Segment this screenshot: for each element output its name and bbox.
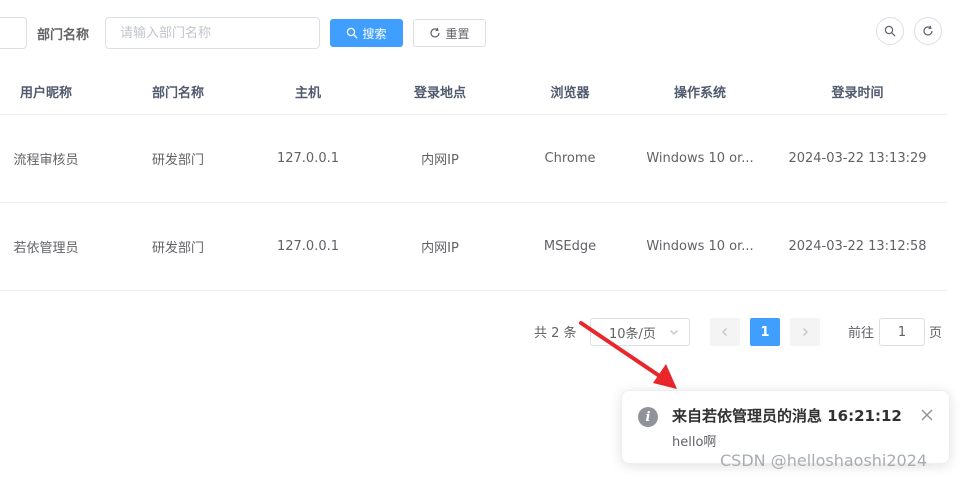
chevron-down-icon (670, 330, 678, 335)
toggle-search-button[interactable] (876, 17, 904, 45)
chevron-right-icon (803, 328, 808, 336)
online-users-table: 用户昵称 部门名称 主机 登录地点 浏览器 操作系统 登录时间 流程审核员 研发… (0, 68, 947, 291)
dept-name-input[interactable] (105, 17, 320, 49)
cell-login-time: 2024-03-22 13:12:58 (788, 239, 927, 254)
cell-host: 127.0.0.1 (276, 239, 340, 254)
close-icon[interactable] (919, 407, 935, 423)
chevron-left-icon (722, 328, 727, 336)
cell-nickname: 流程审核员 (13, 153, 79, 168)
info-icon: i (638, 407, 658, 427)
cell-location: 内网IP (421, 241, 459, 256)
page-size-select[interactable]: 10条/页 (590, 318, 690, 346)
header-login-time[interactable]: 登录时间 (780, 68, 935, 114)
watermark: CSDN @helloshaoshi2024 (720, 451, 928, 470)
dept-name-label: 部门名称 (37, 28, 90, 43)
cell-os: Windows 10 or... (646, 151, 754, 166)
table-header: 用户昵称 部门名称 主机 登录地点 浏览器 操作系统 登录时间 (0, 68, 947, 115)
cell-os: Windows 10 or... (646, 239, 754, 254)
cell-dept: 研发部门 (151, 241, 204, 256)
search-button[interactable]: 搜索 (330, 19, 403, 47)
cell-browser: MSEdge (543, 239, 597, 254)
reset-button[interactable]: 重置 (413, 19, 486, 47)
search-icon (347, 27, 358, 39)
goto-page-input[interactable] (879, 318, 925, 346)
table-row[interactable]: 流程审核员 研发部门 127.0.0.1 内网IP Chrome Windows… (0, 115, 947, 203)
reset-button-label: 重置 (445, 26, 470, 41)
cell-host: 127.0.0.1 (276, 151, 340, 166)
cell-dept: 研发部门 (151, 153, 204, 168)
page: 部门名称 搜索 重置 用户昵称 部门名称 主机 登录地点 (0, 0, 967, 479)
notification-message: hello啊 (672, 435, 717, 450)
search-button-label: 搜索 (362, 26, 387, 41)
header-os[interactable]: 操作系统 (630, 68, 770, 114)
pagination-total: 共 2 条 (534, 326, 577, 341)
header-host[interactable]: 主机 (248, 68, 368, 114)
refresh-icon (923, 25, 933, 36)
previous-input-field[interactable] (0, 17, 27, 49)
refresh-icon (430, 27, 441, 38)
header-location[interactable]: 登录地点 (370, 68, 510, 114)
notification-title: 来自若依管理员的消息 16:21:12 (672, 407, 902, 425)
goto-label: 前往 (848, 326, 875, 341)
prev-page-button[interactable] (710, 318, 740, 346)
goto-unit: 页 (929, 326, 943, 341)
cell-browser: Chrome (544, 151, 596, 166)
header-dept[interactable]: 部门名称 (108, 68, 248, 114)
next-page-button[interactable] (790, 318, 820, 346)
header-nickname[interactable]: 用户昵称 (0, 68, 92, 114)
page-size-value: 10条/页 (609, 326, 656, 342)
header-browser[interactable]: 浏览器 (510, 68, 630, 114)
search-icon (884, 25, 896, 37)
cell-login-time: 2024-03-22 13:13:29 (788, 151, 927, 166)
refresh-table-button[interactable] (914, 17, 942, 45)
cell-nickname: 若依管理员 (13, 241, 79, 256)
cell-location: 内网IP (421, 153, 459, 168)
table-row[interactable]: 若依管理员 研发部门 127.0.0.1 内网IP MSEdge Windows… (0, 203, 947, 291)
page-number-current[interactable]: 1 (750, 318, 780, 346)
